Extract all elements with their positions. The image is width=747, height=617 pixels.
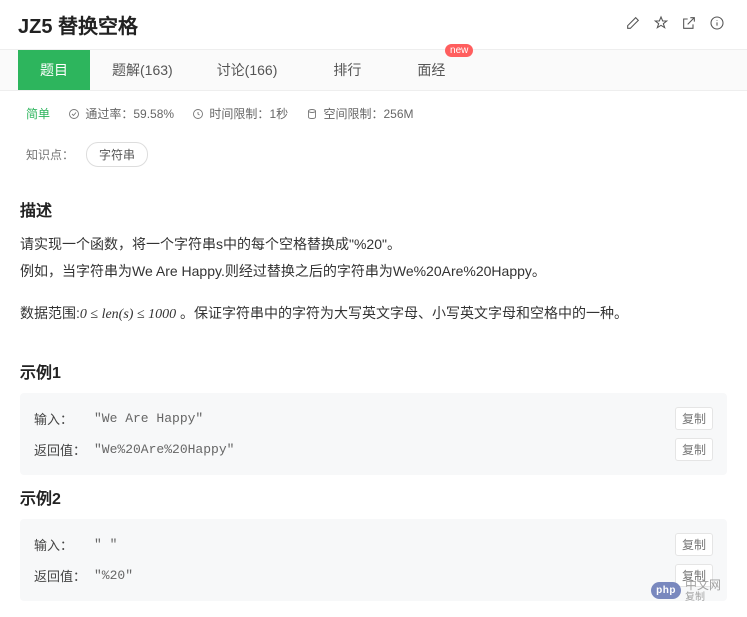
header-actions xyxy=(625,15,725,34)
check-circle-icon xyxy=(68,108,80,120)
desc-line-1: 请实现一个函数，将一个字符串s中的每个空格替换成"%20"。 xyxy=(20,231,727,258)
php-badge-icon: php xyxy=(651,582,681,599)
share-icon[interactable] xyxy=(681,15,697,34)
example-row: 输入： "We Are Happy" 复制 xyxy=(34,403,713,434)
knowledge-label: 知识点： xyxy=(26,146,74,163)
info-icon[interactable] xyxy=(709,15,725,34)
watermark-sub: 复制 xyxy=(685,592,721,603)
input-value: " " xyxy=(94,537,117,552)
knowledge-tag[interactable]: 字符串 xyxy=(86,142,148,167)
description-body: 请实现一个函数，将一个字符串s中的每个空格替换成"%20"。 例如，当字符串为W… xyxy=(20,231,727,329)
space-limit: 空间限制：256M xyxy=(306,105,413,122)
output-value: "%20" xyxy=(94,568,133,583)
example-row: 输入： " " 复制 xyxy=(34,529,713,560)
description-heading: 描述 xyxy=(20,197,727,221)
copy-button[interactable]: 复制 xyxy=(675,407,713,430)
tab-discuss[interactable]: 讨论(166) xyxy=(195,50,300,90)
clock-icon xyxy=(192,108,204,120)
example-block: 输入： " " 复制 返回值： "%20" 复制 xyxy=(20,519,727,601)
input-value: "We Are Happy" xyxy=(94,411,203,426)
output-label: 返回值： xyxy=(34,440,86,459)
difficulty-label: 简单 xyxy=(26,105,50,122)
example-row: 返回值： "%20" 复制 xyxy=(34,560,713,591)
watermark-text: 中文网 xyxy=(685,579,721,592)
database-icon xyxy=(306,108,318,120)
knowledge-row: 知识点： 字符串 xyxy=(0,136,747,181)
watermark: php 中文网 复制 xyxy=(651,579,721,603)
copy-button[interactable]: 复制 xyxy=(675,438,713,461)
example2-heading: 示例2 xyxy=(20,485,727,509)
input-label: 输入： xyxy=(34,535,86,554)
page-title: JZ5 替换空格 xyxy=(18,10,138,39)
example-row: 返回值： "We%20Are%20Happy" 复制 xyxy=(34,434,713,465)
tab-problem[interactable]: 题目 xyxy=(18,50,90,90)
edit-icon[interactable] xyxy=(625,15,641,34)
tab-interview[interactable]: 面经 new xyxy=(395,50,467,90)
tab-solutions[interactable]: 题解(163) xyxy=(90,50,195,90)
tabs: 题目 题解(163) 讨论(166) 排行 面经 new xyxy=(0,49,747,91)
example1-heading: 示例1 xyxy=(20,359,727,383)
output-value: "We%20Are%20Happy" xyxy=(94,442,234,457)
star-icon[interactable] xyxy=(653,15,669,34)
output-label: 返回值： xyxy=(34,566,86,585)
copy-button[interactable]: 复制 xyxy=(675,533,713,556)
meta-bar: 简单 通过率：59.58% 时间限制：1秒 空间限制：256M xyxy=(0,91,747,136)
example-block: 输入： "We Are Happy" 复制 返回值： "We%20Are%20H… xyxy=(20,393,727,475)
time-limit: 时间限制：1秒 xyxy=(192,105,288,122)
desc-line-3: 数据范围:0 ≤ len(s) ≤ 1000 。保证字符串中的字符为大写英文字母… xyxy=(20,300,727,329)
tab-interview-label: 面经 xyxy=(417,62,445,78)
new-badge: new xyxy=(445,44,473,57)
input-label: 输入： xyxy=(34,409,86,428)
desc-line-2: 例如，当字符串为We Are Happy.则经过替换之后的字符串为We%20Ar… xyxy=(20,258,727,285)
tab-ranking[interactable]: 排行 xyxy=(299,50,395,90)
page-header: JZ5 替换空格 xyxy=(0,0,747,49)
pass-rate: 通过率：59.58% xyxy=(68,105,174,122)
